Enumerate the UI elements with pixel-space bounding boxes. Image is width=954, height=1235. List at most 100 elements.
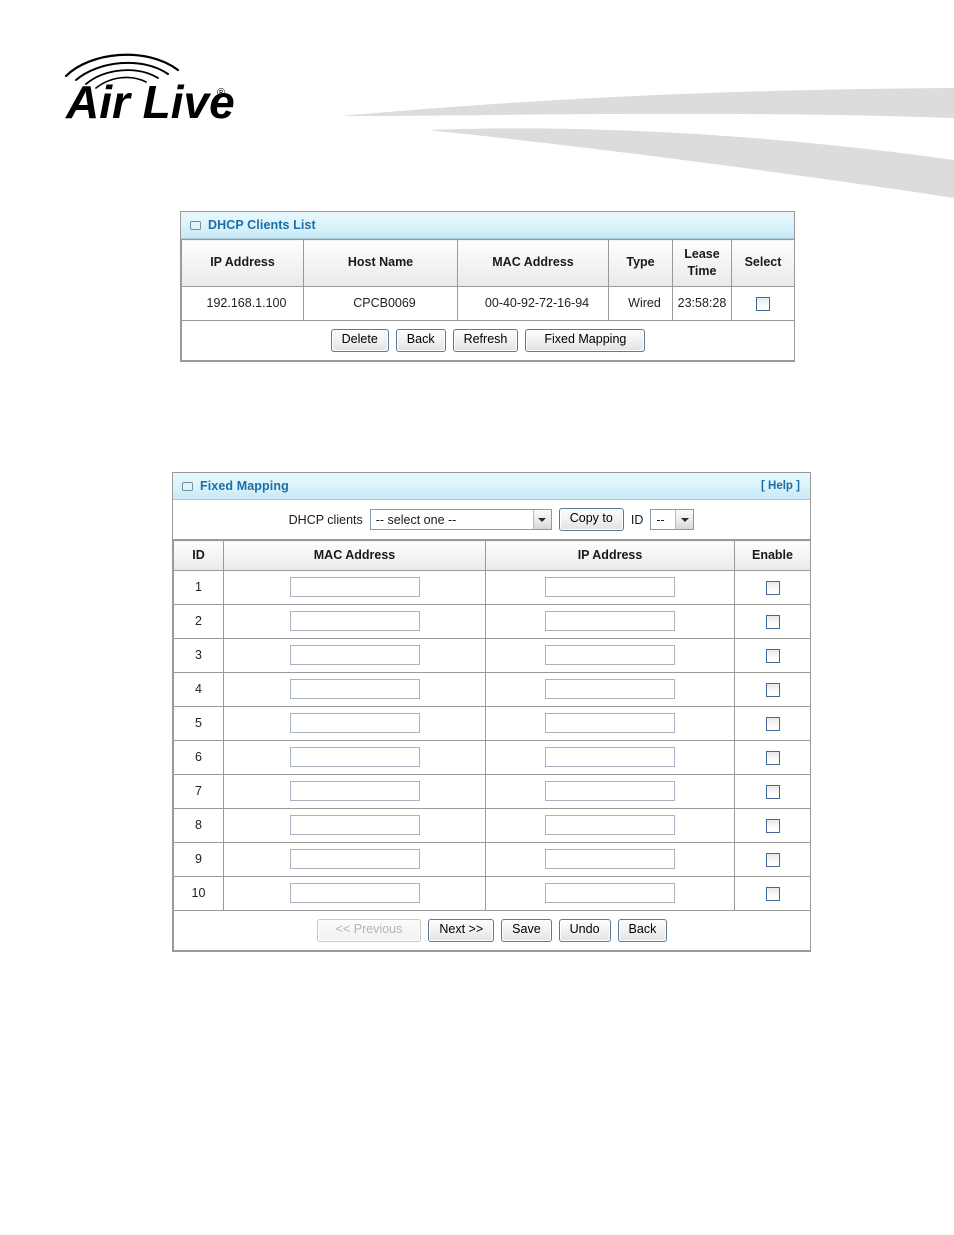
fixed-mapping-panel: Fixed Mapping [ Help ] DHCP clients -- s… [172, 472, 811, 952]
ip-address-input[interactable] [545, 611, 675, 632]
mac-address-input[interactable] [289, 747, 420, 768]
dhcp-clients-list-title-bar: DHCP Clients List [181, 212, 794, 239]
ip-address-input[interactable] [545, 883, 675, 904]
panel-collapse-icon[interactable] [190, 220, 201, 230]
cell-mac-address [223, 807, 486, 843]
cell-lease-time: 23:58:28 [672, 285, 732, 321]
cell-enable [734, 807, 811, 843]
column-header-mac-address: MAC Address [457, 239, 609, 287]
mac-address-input[interactable] [289, 645, 420, 666]
cell-enable [734, 671, 811, 707]
column-header-mac-address: MAC Address [223, 540, 486, 571]
enable-checkbox[interactable] [765, 784, 780, 799]
table-row: 10 [173, 875, 811, 911]
enable-checkbox[interactable] [765, 750, 780, 765]
mac-address-input[interactable] [289, 611, 420, 632]
ip-address-input[interactable] [545, 679, 675, 700]
fixed-mapping-body: 1 2 3 4 5 6 7 8 9 10 [173, 569, 811, 911]
ip-address-input[interactable] [545, 577, 675, 598]
dhcp-clients-header-row: IP Address Host Name MAC Address Type Le… [181, 239, 795, 287]
column-header-type: Type [608, 239, 673, 287]
ip-address-input[interactable] [545, 713, 675, 734]
table-row: 5 [173, 705, 811, 741]
cell-mac-address [223, 739, 486, 775]
delete-button[interactable]: Delete [330, 328, 389, 352]
mac-address-input[interactable] [289, 577, 420, 598]
column-header-ip-address: IP Address [181, 239, 304, 287]
dhcp-clients-list-title: DHCP Clients List [208, 218, 316, 232]
cell-ip-address [485, 637, 735, 673]
id-select-label: ID [630, 512, 644, 527]
help-link[interactable]: [ Help ] [761, 480, 800, 492]
fixed-mapping-button[interactable]: Fixed Mapping [525, 328, 646, 352]
cell-enable [734, 637, 811, 673]
cell-enable [734, 773, 811, 809]
column-header-select: Select [731, 239, 795, 287]
ip-address-input[interactable] [545, 815, 675, 836]
cell-mac-address: 00-40-92-72-16-94 [457, 285, 609, 321]
enable-checkbox[interactable] [765, 818, 780, 833]
cell-ip-address [485, 807, 735, 843]
select-checkbox[interactable] [756, 296, 770, 311]
decorative-swoosh [340, 88, 954, 198]
ip-address-input[interactable] [545, 747, 675, 768]
cell-enable [734, 569, 811, 605]
mac-address-input[interactable] [289, 849, 420, 870]
airlive-logo: Air Live ® [64, 53, 235, 128]
back-button[interactable]: Back [395, 328, 446, 352]
refresh-button[interactable]: Refresh [452, 328, 519, 352]
cell-id: 3 [173, 637, 224, 673]
table-row: 4 [173, 671, 811, 707]
dhcp-clients-button-row: Delete Back Refresh Fixed Mapping [182, 321, 794, 360]
dhcp-clients-select-value: -- select one -- [375, 512, 457, 527]
previous-button[interactable]: << Previous [316, 919, 422, 942]
svg-text:Air Live: Air Live [65, 76, 235, 128]
enable-checkbox[interactable] [765, 648, 780, 663]
save-button[interactable]: Save [501, 919, 552, 942]
chevron-down-icon [532, 510, 551, 529]
cell-id: 7 [173, 773, 224, 809]
dhcp-clients-select[interactable]: -- select one -- [369, 509, 552, 530]
enable-checkbox[interactable] [765, 614, 780, 629]
ip-address-input[interactable] [545, 645, 675, 666]
panel-collapse-icon[interactable] [182, 481, 193, 491]
cell-ip-address [485, 671, 735, 707]
cell-ip-address [485, 739, 735, 775]
ip-address-input[interactable] [545, 781, 675, 802]
column-header-ip-address: IP Address [485, 540, 735, 571]
ip-address-input[interactable] [545, 849, 675, 870]
mac-address-input[interactable] [289, 781, 420, 802]
chevron-down-icon [675, 510, 694, 529]
cell-mac-address [223, 569, 486, 605]
column-header-enable: Enable [734, 540, 811, 571]
next-button[interactable]: Next >> [428, 919, 495, 942]
back-button[interactable]: Back [617, 919, 668, 942]
copy-to-button[interactable]: Copy to [558, 508, 624, 531]
table-row: 8 [173, 807, 811, 843]
undo-button[interactable]: Undo [558, 919, 611, 942]
mac-address-input[interactable] [289, 679, 420, 700]
table-row: 7 [173, 773, 811, 809]
cell-enable [734, 603, 811, 639]
cell-id: 4 [173, 671, 224, 707]
cell-ip-address [485, 705, 735, 741]
mac-address-input[interactable] [289, 883, 420, 904]
table-row: 9 [173, 841, 811, 877]
table-row: 1 [173, 569, 811, 605]
table-row: 6 [173, 739, 811, 775]
cell-enable [734, 875, 811, 911]
enable-checkbox[interactable] [765, 580, 780, 595]
enable-checkbox[interactable] [765, 716, 780, 731]
enable-checkbox[interactable] [765, 852, 780, 867]
id-select[interactable]: -- [650, 509, 695, 530]
cell-id: 9 [173, 841, 224, 877]
page-header: Air Live ® [0, 0, 954, 200]
mac-address-input[interactable] [289, 815, 420, 836]
enable-checkbox[interactable] [765, 682, 780, 697]
enable-checkbox[interactable] [765, 886, 780, 901]
fixed-mapping-title: Fixed Mapping [200, 479, 289, 493]
mac-address-input[interactable] [289, 713, 420, 734]
fixed-mapping-header-row: ID MAC Address IP Address Enable [173, 540, 811, 571]
id-select-value: -- [656, 512, 665, 527]
cell-mac-address [223, 875, 486, 911]
